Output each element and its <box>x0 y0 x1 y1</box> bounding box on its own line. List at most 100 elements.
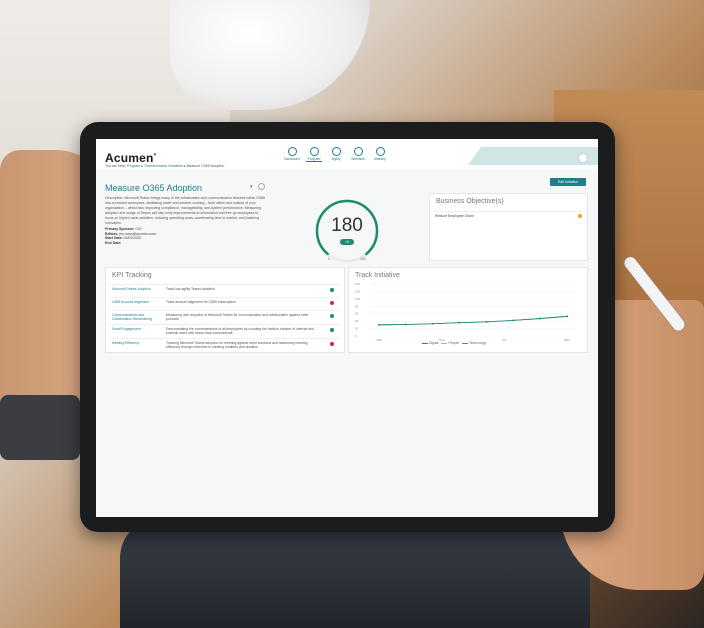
y-tick-label: 40 <box>355 319 359 323</box>
x-tick-label: 8/1 <box>502 338 507 342</box>
initiative-meta: Primary Sponsor: CIO Editors: jim.romo@ac… <box>105 227 156 245</box>
kpi-name[interactable]: Communications and Collaboration Streaml… <box>112 313 160 321</box>
meta-value[interactable]: jim.romo@acumen.com <box>118 232 156 236</box>
kpi-description: Track low-agility Teams adoption <box>166 287 215 291</box>
page-title: Measure O365 Adoption <box>105 183 203 193</box>
legend-label[interactable]: Technology <box>469 341 486 345</box>
legend-swatch <box>462 342 468 344</box>
nav-item-workflow[interactable]: Workflow <box>350 147 366 162</box>
nav-item-label: Program <box>307 157 321 161</box>
legend-label[interactable]: Digital <box>429 341 438 345</box>
kpi-name[interactable]: Meeting Efficiency <box>112 341 160 345</box>
nav-item-agility[interactable]: Agility <box>328 147 344 162</box>
tablet-screen: Acumen• Dashboard Program Agility Workflow M… <box>96 139 598 517</box>
business-objectives-card: Business Objective(s) Reduce Employee Ch… <box>429 193 588 261</box>
status-dot <box>330 314 334 318</box>
score-value: 180 <box>331 215 363 236</box>
y-tick-label: 100 <box>355 297 360 301</box>
y-tick-label: 120 <box>355 289 360 293</box>
breadcrumb: You are here: Program ▸ Transformation I… <box>105 164 225 168</box>
nav-item-program[interactable]: Program <box>306 147 322 162</box>
y-tick-label: 0 <box>355 334 357 338</box>
breadcrumb-current: Measure O365 Adoption <box>186 164 225 168</box>
breadcrumb-program[interactable]: Program <box>127 164 140 168</box>
main-nav: Dashboard Program Agility Workflow Maturity <box>284 147 388 162</box>
kpi-tracking-card: KPI Tracking Microsoft Teams Adoption Tra… <box>105 267 345 353</box>
nav-item-label: Dashboard <box>283 157 301 161</box>
nav-item-label: Agility <box>331 157 341 161</box>
track-initiative-card: Track Initiative 140 120 100 80 60 40 20 0 7/20 7… <box>348 267 588 353</box>
kpi-description: Demonstrating the connectedness of all e… <box>166 327 314 335</box>
data-point[interactable] <box>485 320 488 323</box>
table-row[interactable]: Communications and Collaboration Streaml… <box>110 310 340 324</box>
kpi-description: Tracking Microsoft Teams adoption for me… <box>166 341 308 349</box>
data-point[interactable] <box>378 323 380 326</box>
top-bar: Acumen• Dashboard Program Agility Workflow M… <box>96 139 598 169</box>
meta-value: CIO <box>134 227 142 231</box>
kpi-description: Track account alignment for O365 subscri… <box>166 300 236 304</box>
program-icon <box>309 147 319 156</box>
y-tick-label: 60 <box>355 312 359 316</box>
kpi-name[interactable]: Email Engagement <box>112 327 160 331</box>
initiative-description: Description: Microsoft Teams brings many… <box>105 196 265 225</box>
dashboard-icon <box>287 147 297 156</box>
legend-label[interactable]: People <box>448 341 459 345</box>
score-max: 180 <box>360 257 366 261</box>
score-min: 0 <box>328 257 330 261</box>
table-row[interactable]: O365 Account Alignment Track account alig… <box>110 297 340 310</box>
table-row[interactable]: Microsoft Teams Adoption Track low-agilit… <box>110 284 340 297</box>
workflow-icon <box>353 147 363 156</box>
business-objective-label: Reduce Employee Churn <box>435 214 475 218</box>
status-dot <box>330 301 334 305</box>
table-row[interactable]: Email Engagement Demonstrating the connec… <box>110 324 340 338</box>
legend-swatch <box>441 342 448 344</box>
kpi-name[interactable]: O365 Account Alignment <box>112 300 160 304</box>
y-tick-label: 140 <box>355 282 360 286</box>
status-dot <box>330 342 334 346</box>
info-icon[interactable] <box>258 183 265 190</box>
status-dot <box>330 288 334 292</box>
series-line-people <box>378 315 568 326</box>
score-delta-badge: +0 <box>340 239 354 245</box>
meta-label: Start Date: <box>105 236 123 241</box>
data-point[interactable] <box>404 323 407 326</box>
x-tick-label: 8/20 <box>564 338 570 342</box>
status-dot <box>330 328 334 332</box>
breadcrumb-transformation[interactable]: Transformation Initiatives <box>144 164 183 168</box>
meta-label: End Date: <box>105 240 122 245</box>
meta-value: 04/01/2020 <box>122 236 142 241</box>
chart-legend: Digital People Technology <box>419 341 486 345</box>
meta-row: End Date: <box>105 241 156 246</box>
nav-item-dashboard[interactable]: Dashboard <box>284 147 300 162</box>
background-lamp <box>170 0 370 110</box>
data-point[interactable] <box>566 315 568 318</box>
app-logo[interactable]: Acumen• <box>105 150 157 165</box>
kpi-name[interactable]: Microsoft Teams Adoption <box>112 287 160 291</box>
agility-icon <box>331 147 341 156</box>
nav-item-maturity[interactable]: Maturity <box>372 147 388 162</box>
y-tick-label: 80 <box>355 304 359 308</box>
kpi-description: Measuring user adoption of Microsoft Tea… <box>166 313 309 321</box>
data-point[interactable] <box>512 319 515 322</box>
meta-label: Primary Sponsor: <box>105 227 135 231</box>
status-dot <box>578 214 582 218</box>
business-objectives-title: Business Objective(s) <box>436 198 504 205</box>
business-objective-item[interactable]: Reduce Employee Churn <box>435 211 582 218</box>
wrist-watch <box>0 395 80 460</box>
user-avatar[interactable] <box>578 153 588 163</box>
kpi-tracking-title: KPI Tracking <box>112 272 152 279</box>
maturity-icon <box>375 147 385 156</box>
edit-initiative-button[interactable]: Edit Initiative <box>550 178 586 186</box>
breadcrumb-prefix: You are here: <box>105 164 126 168</box>
background-lap <box>120 518 590 628</box>
data-point[interactable] <box>458 321 461 324</box>
meta-label: Editors: <box>105 231 119 236</box>
track-initiative-chart: 1401201008060402007/20 7/24 8/1 8/20 <box>355 282 575 342</box>
nav-item-label: Workflow <box>351 157 365 161</box>
series-line-digital <box>378 315 568 326</box>
chevron-down-icon[interactable]: ▾ <box>250 184 253 190</box>
data-point[interactable] <box>539 317 542 320</box>
kpi-table: Microsoft Teams Adoption Track low-agilit… <box>110 284 340 352</box>
data-point[interactable] <box>431 322 434 325</box>
table-row[interactable]: Meeting Efficiency Tracking Microsoft Tea… <box>110 338 340 352</box>
